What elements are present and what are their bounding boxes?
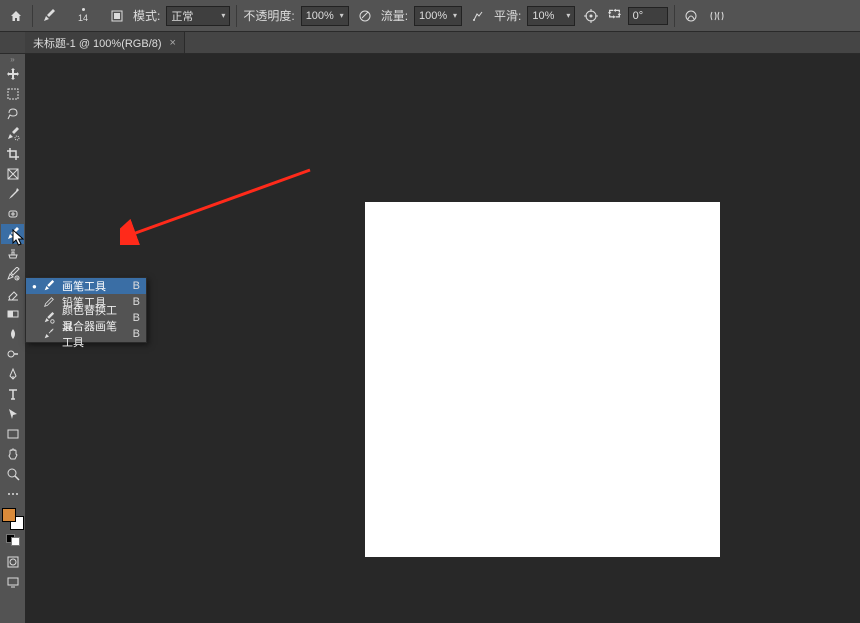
brush-preset-picker[interactable]: 14 — [65, 4, 101, 28]
flow-select[interactable]: 100% ▾ — [414, 6, 462, 26]
mode-label: 模式: — [133, 7, 160, 24]
hand-tool[interactable] — [1, 444, 24, 464]
crop-tool[interactable] — [1, 144, 24, 164]
smoothing-label: 平滑: — [494, 7, 521, 24]
pen-tool[interactable] — [1, 364, 24, 384]
foreground-color-swatch[interactable] — [2, 508, 16, 522]
chevron-down-icon: ▾ — [566, 11, 570, 20]
angle-value: 0° — [633, 10, 644, 22]
opacity-label: 不透明度: — [243, 7, 294, 24]
blend-mode-select[interactable]: 正常 ▾ — [166, 6, 230, 26]
flow-label: 流量: — [381, 7, 408, 24]
flyout-item-label: 混合器画笔工具 — [62, 318, 124, 350]
flow-value: 100% — [419, 10, 447, 22]
blend-mode-value: 正常 — [171, 8, 193, 24]
blur-tool[interactable] — [1, 324, 24, 344]
flyout-item-brush[interactable]: ● 画笔工具 B — [26, 278, 146, 294]
eyedropper-tool[interactable] — [1, 184, 24, 204]
flyout-item-label: 画笔工具 — [62, 278, 124, 294]
chevron-down-icon: ▾ — [221, 11, 225, 20]
brush-panel-toggle-icon[interactable] — [107, 6, 127, 26]
rectangle-tool[interactable] — [1, 424, 24, 444]
symmetry-toggle-icon[interactable] — [707, 6, 727, 26]
chevron-down-icon: ▾ — [453, 11, 457, 20]
divider — [32, 5, 33, 27]
color-swatches[interactable] — [2, 508, 24, 530]
angle-input[interactable]: 0° — [628, 7, 668, 25]
options-bar: 14 模式: 正常 ▾ 不透明度: 100% ▾ 流量: 100% ▾ 平滑: … — [0, 0, 860, 32]
gradient-tool[interactable] — [1, 304, 24, 324]
smoothing-options-icon[interactable] — [581, 6, 601, 26]
flyout-item-shortcut: B — [130, 280, 140, 292]
size-pressure-toggle-icon[interactable] — [681, 6, 701, 26]
quick-mask-toggle[interactable] — [1, 552, 24, 572]
opacity-value: 100% — [306, 10, 334, 22]
move-tool[interactable] — [1, 64, 24, 84]
panel-grip-icon[interactable]: » — [0, 54, 25, 64]
smoothing-select[interactable]: 10% ▾ — [527, 6, 575, 26]
mixer-brush-icon — [42, 328, 56, 340]
clone-stamp-tool[interactable] — [1, 244, 24, 264]
eraser-tool[interactable] — [1, 284, 24, 304]
document-tab-title: 未标题-1 @ 100%(RGB/8) — [33, 35, 162, 51]
rectangular-marquee-tool[interactable] — [1, 84, 24, 104]
toolbar-more-icon[interactable] — [1, 484, 24, 504]
brush-size-value: 14 — [78, 13, 88, 23]
document-tab[interactable]: 未标题-1 @ 100%(RGB/8) × — [25, 32, 185, 53]
smoothing-value: 10% — [532, 10, 554, 22]
quick-selection-tool[interactable] — [1, 124, 24, 144]
opacity-select[interactable]: 100% ▾ — [301, 6, 349, 26]
tools-panel: » — [0, 54, 25, 600]
brush-tool-indicator-icon[interactable] — [39, 6, 59, 26]
flyout-item-mixer-brush[interactable]: 混合器画笔工具 B — [26, 326, 146, 342]
type-tool[interactable] — [1, 384, 24, 404]
chevron-down-icon: ▾ — [340, 11, 344, 20]
canvas-area[interactable] — [25, 54, 860, 623]
divider — [236, 5, 237, 27]
default-colors-icon[interactable] — [6, 534, 20, 546]
divider — [674, 5, 675, 27]
zoom-tool[interactable] — [1, 464, 24, 484]
opacity-pressure-toggle-icon[interactable] — [355, 6, 375, 26]
close-icon[interactable]: × — [170, 37, 176, 49]
pencil-icon — [42, 296, 56, 308]
document-tab-bar: 未标题-1 @ 100%(RGB/8) × — [0, 32, 860, 54]
brush-icon — [42, 280, 56, 292]
screen-mode-toggle[interactable] — [1, 572, 24, 592]
flyout-item-shortcut: B — [130, 312, 140, 324]
history-brush-tool[interactable] — [1, 264, 24, 284]
lasso-tool[interactable] — [1, 104, 24, 124]
path-selection-tool[interactable] — [1, 404, 24, 424]
brush-tool-flyout-menu: ● 画笔工具 B 铅笔工具 B 颜色替换工具 B 混合器画笔工具 B — [25, 277, 147, 343]
selected-indicator-icon: ● — [32, 282, 36, 291]
healing-brush-tool[interactable] — [1, 204, 24, 224]
dodge-tool[interactable] — [1, 344, 24, 364]
color-replacement-icon — [42, 312, 56, 324]
flyout-item-shortcut: B — [130, 296, 140, 308]
document-canvas[interactable] — [365, 202, 720, 557]
frame-tool[interactable] — [1, 164, 24, 184]
home-icon[interactable] — [6, 6, 26, 26]
brush-tool[interactable] — [1, 224, 24, 244]
airbrush-toggle-icon[interactable] — [468, 6, 488, 26]
angle-icon: ⮔ — [607, 5, 621, 26]
flyout-item-shortcut: B — [130, 328, 140, 340]
